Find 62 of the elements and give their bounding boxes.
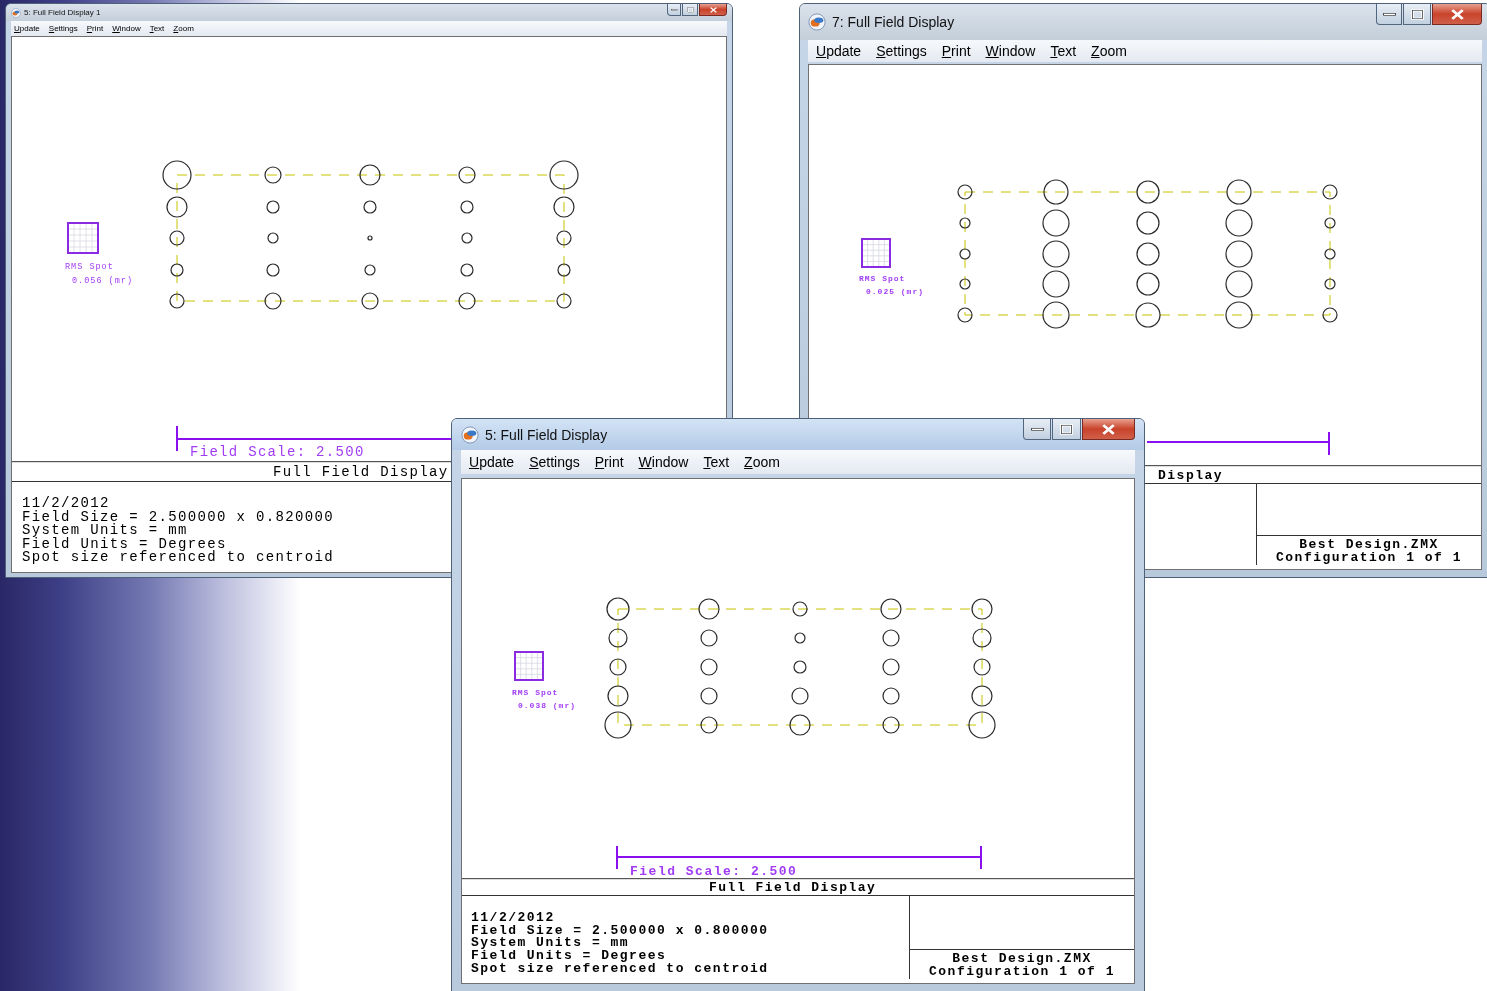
note-line: Field Size = 2.500000 x 0.800000 [471,924,770,938]
rms-spot-label: RMS Spot [859,274,906,283]
menu-item[interactable]: Zoom [173,24,194,33]
note-line: 11/2/2012 [22,497,110,511]
menu-item[interactable]: Update [816,43,862,59]
menu-item[interactable]: Zoom [1091,43,1127,59]
rms-grid-icon [67,222,99,254]
window-title: 5: Full Field Display 1 [24,8,102,17]
menu-item[interactable]: Update [14,24,40,33]
close-icon [1450,8,1464,20]
field-scale-label: Field Scale: 2.500 [190,444,365,460]
menu-item[interactable]: Text [149,24,165,33]
menu-item[interactable]: Text [1050,43,1077,59]
menu-item[interactable]: Settings [876,43,927,59]
menu-item[interactable]: Print [594,454,624,470]
maximize-button[interactable] [1052,419,1081,440]
rms-spot-label: RMS Spot [65,262,114,272]
close-icon [709,6,717,13]
menu-item[interactable]: Update [469,454,515,470]
file-name: Best Design.ZMX [952,952,1092,965]
footer-title: Display [1158,467,1224,483]
configuration-label: Configuration 1 of 1 [929,965,1115,978]
minimize-icon [1382,12,1396,16]
menu-item[interactable]: Text [703,454,730,470]
rms-spot-value: 0.025 (mr) [866,287,924,296]
menu-item[interactable]: Window [638,454,689,470]
menu-item[interactable]: Print [86,24,104,33]
rms-grid-icon [861,238,891,268]
menu-item[interactable]: Print [941,43,971,59]
menu-item[interactable]: Window [985,43,1036,59]
menu-item[interactable]: Zoom [744,454,780,470]
note-line: System Units = mm [471,937,630,951]
maximize-icon [1410,8,1424,20]
menu-item[interactable]: Settings [48,24,78,33]
close-button[interactable] [1082,419,1135,440]
note-line: Field Size = 2.500000 x 0.820000 [22,510,336,524]
minimize-icon [1030,427,1044,431]
configuration-label: Configuration 1 of 1 [1276,551,1462,564]
note-line: System Units = mm [22,524,189,538]
note-line: Field Units = Degrees [22,537,228,551]
menu-item[interactable]: Window [112,24,141,33]
menu-item[interactable]: Settings [529,454,580,470]
rms-spot-label: RMS Spot [512,688,559,697]
minimize-icon [670,8,678,11]
rms-grid-icon [514,651,544,681]
maximize-icon [686,6,694,13]
app-icon[interactable] [461,425,479,444]
file-name: Best Design.ZMX [1299,538,1439,551]
footer-title: Full Field Display [273,464,449,480]
window-title: 7: Full Field Display [832,14,956,30]
note-line: 11/2/2012 [471,912,556,925]
window-title: 5: Full Field Display [485,426,609,443]
field-scale-label: Field Scale: 2.500 [630,864,798,878]
maximize-icon [1060,423,1073,435]
close-icon [1102,423,1115,435]
note-line: Spot size referenced to centroid [471,962,770,976]
rms-spot-value: 0.038 (mr) [518,701,576,710]
note-line: Spot size referenced to centroid [22,551,336,565]
minimize-button[interactable] [1023,419,1051,440]
footer-title: Full Field Display [709,880,877,895]
rms-spot-value: 0.056 (mr) [72,276,133,286]
note-line: Field Units = Degrees [471,950,667,963]
